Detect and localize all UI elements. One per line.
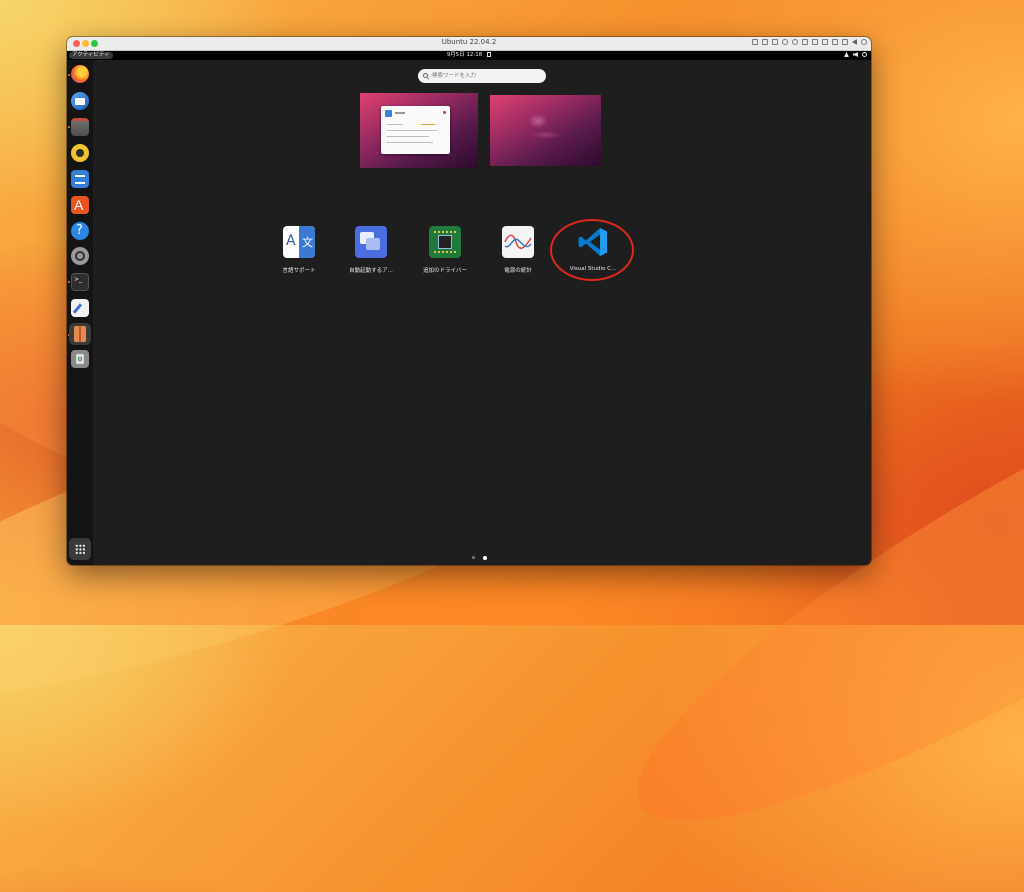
- zipper-icon: [79, 326, 81, 342]
- volume-icon: [853, 52, 858, 57]
- clock-text: 9月5日 12:18: [446, 52, 483, 58]
- search-input[interactable]: 検索ワードを入力: [418, 69, 546, 83]
- startup-applications-icon: [355, 226, 387, 258]
- running-indicator: [68, 74, 70, 76]
- app-label: 電源の統計: [504, 268, 532, 274]
- display-icon[interactable]: [762, 39, 768, 45]
- network-status-icon: [844, 52, 849, 57]
- app-power-statistics[interactable]: 電源の統計: [483, 226, 553, 286]
- microphone-icon[interactable]: [802, 39, 808, 45]
- content-line: [387, 130, 437, 131]
- highlight-circle-annotation: [550, 219, 634, 281]
- help-icon[interactable]: ?: [71, 222, 89, 240]
- grid-icon: [75, 544, 85, 554]
- kanji-bun-icon: 文: [302, 236, 313, 249]
- window-title: Ubuntu 22.04.2: [441, 38, 497, 46]
- mail-envelope-icon: [75, 98, 85, 105]
- trash-icon[interactable]: [71, 350, 89, 368]
- usb-icon[interactable]: [772, 39, 778, 45]
- clock[interactable]: 9月5日 12:18: [67, 52, 871, 59]
- cog-icon: [75, 251, 85, 261]
- app-label: 言語サポート: [282, 268, 316, 274]
- title-line: [395, 112, 405, 114]
- edit-icon[interactable]: [832, 39, 838, 45]
- terminal-icon[interactable]: >_: [71, 273, 89, 291]
- vm-window: Ubuntu 22.04.2 アクティビティ 9月5日 12:18 A ? >_…: [67, 37, 871, 565]
- rhythmbox-icon[interactable]: [71, 144, 89, 162]
- app-label: 追加のドライバー: [423, 268, 467, 274]
- firefox-icon[interactable]: [71, 65, 89, 83]
- speaker-icon: [76, 149, 84, 157]
- app-startup-applications[interactable]: 自動起動するア...: [336, 226, 406, 286]
- archive-manager-active-bg[interactable]: [69, 323, 91, 345]
- running-indicator: [68, 281, 70, 283]
- folder-share-icon[interactable]: [822, 39, 828, 45]
- page-indicator: [472, 555, 487, 560]
- window-thumbnail[interactable]: [381, 106, 450, 154]
- app-language-support[interactable]: A 文 言語サポート: [264, 226, 334, 286]
- show-applications-button[interactable]: [69, 538, 91, 560]
- trash-can-icon: [76, 354, 84, 364]
- jellyfish-wallpaper-icon: [516, 105, 564, 153]
- additional-drivers-icon: [429, 226, 461, 258]
- camera-icon[interactable]: [782, 39, 788, 45]
- pencil-icon: [72, 303, 83, 314]
- ubuntu-software-icon[interactable]: A: [71, 196, 89, 214]
- graph-lines-icon: [504, 234, 532, 249]
- content-line: [421, 124, 435, 125]
- settings-icon[interactable]: [71, 247, 89, 265]
- network-icon[interactable]: [792, 39, 798, 45]
- text-editor-icon[interactable]: [71, 299, 89, 317]
- dock: A ? >_: [67, 60, 93, 565]
- keyboard-icon[interactable]: [752, 39, 758, 45]
- app-icon: [385, 110, 392, 117]
- archive-manager-icon: [74, 326, 86, 342]
- language-support-icon: A 文: [283, 226, 315, 258]
- power-statistics-icon: [502, 226, 534, 258]
- recycle-icon: [78, 357, 82, 361]
- chip-icon: [438, 235, 452, 249]
- close-icon: [443, 111, 446, 114]
- window-back-icon: [366, 238, 380, 250]
- latin-a-icon: A: [286, 233, 296, 249]
- screenshot-icon[interactable]: [842, 39, 848, 45]
- search-icon: [423, 73, 428, 78]
- content-line: [387, 142, 433, 143]
- page-dot-1[interactable]: [472, 556, 475, 559]
- workspace-thumbnail-2[interactable]: [490, 95, 601, 166]
- content-line: [387, 124, 403, 125]
- app-additional-drivers[interactable]: 追加のドライバー: [410, 226, 480, 286]
- libreoffice-writer-icon[interactable]: [71, 170, 89, 188]
- app-label: 自動起動するア...: [349, 268, 393, 274]
- prompt-glyph-icon: >_: [74, 276, 83, 283]
- system-tray[interactable]: [844, 52, 867, 57]
- search-placeholder: 検索ワードを入力: [432, 73, 477, 79]
- vm-toolbar: [752, 39, 867, 45]
- window-titlebar[interactable]: Ubuntu 22.04.2: [67, 37, 871, 51]
- notification-icon: [487, 52, 492, 57]
- page-dot-2[interactable]: [483, 555, 487, 560]
- document-lines-icon: [75, 175, 85, 184]
- gear-icon[interactable]: [861, 39, 867, 45]
- printer-icon[interactable]: [812, 39, 818, 45]
- back-icon[interactable]: [852, 39, 857, 45]
- content-line: [387, 136, 429, 137]
- app-store-glyph-icon: A: [74, 197, 84, 213]
- workspace-thumbnail-1[interactable]: [360, 93, 478, 168]
- thunderbird-icon[interactable]: [71, 92, 89, 110]
- running-indicator: [68, 126, 70, 128]
- gnome-top-bar: アクティビティ 9月5日 12:18: [67, 51, 871, 60]
- power-icon: [862, 52, 867, 57]
- files-icon[interactable]: [71, 118, 89, 136]
- question-mark-icon: ?: [76, 223, 83, 238]
